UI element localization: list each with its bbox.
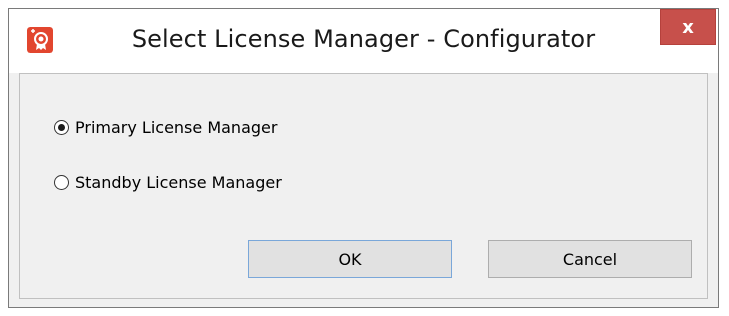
- radio-button-selected[interactable]: [54, 120, 69, 135]
- dialog-window: Select License Manager - Configurator x …: [8, 8, 719, 308]
- cancel-button[interactable]: Cancel: [488, 240, 692, 278]
- radio-button-unselected[interactable]: [54, 175, 69, 190]
- title-bar[interactable]: Select License Manager - Configurator x: [9, 9, 718, 73]
- radio-standby-license-manager[interactable]: Standby License Manager: [54, 173, 282, 192]
- dialog-body: Primary License Manager Standby License …: [19, 73, 708, 299]
- window-title: Select License Manager - Configurator: [131, 25, 596, 53]
- radio-primary-license-manager[interactable]: Primary License Manager: [54, 118, 277, 137]
- close-icon: x: [682, 16, 694, 38]
- close-button[interactable]: x: [660, 9, 716, 45]
- radio-selected-dot: [58, 124, 65, 131]
- ok-button[interactable]: OK: [248, 240, 452, 278]
- radio-label-primary[interactable]: Primary License Manager: [75, 118, 277, 137]
- radio-label-standby[interactable]: Standby License Manager: [75, 173, 282, 192]
